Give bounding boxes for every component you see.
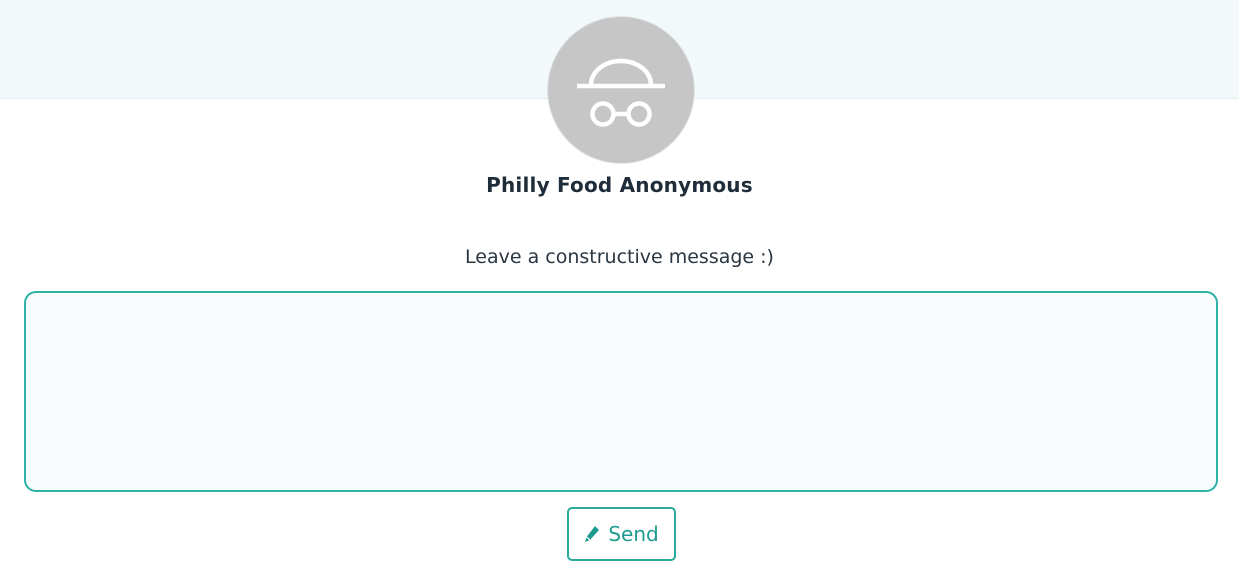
pencil-icon (585, 526, 600, 542)
avatar (547, 16, 695, 164)
send-button[interactable]: Send (567, 507, 676, 561)
message-input[interactable] (24, 291, 1218, 492)
profile-name: Philly Food Anonymous (486, 173, 753, 197)
message-prompt: Leave a constructive message :) (465, 246, 774, 268)
send-button-label: Send (608, 522, 659, 546)
incognito-hat-glasses-icon (577, 58, 665, 127)
